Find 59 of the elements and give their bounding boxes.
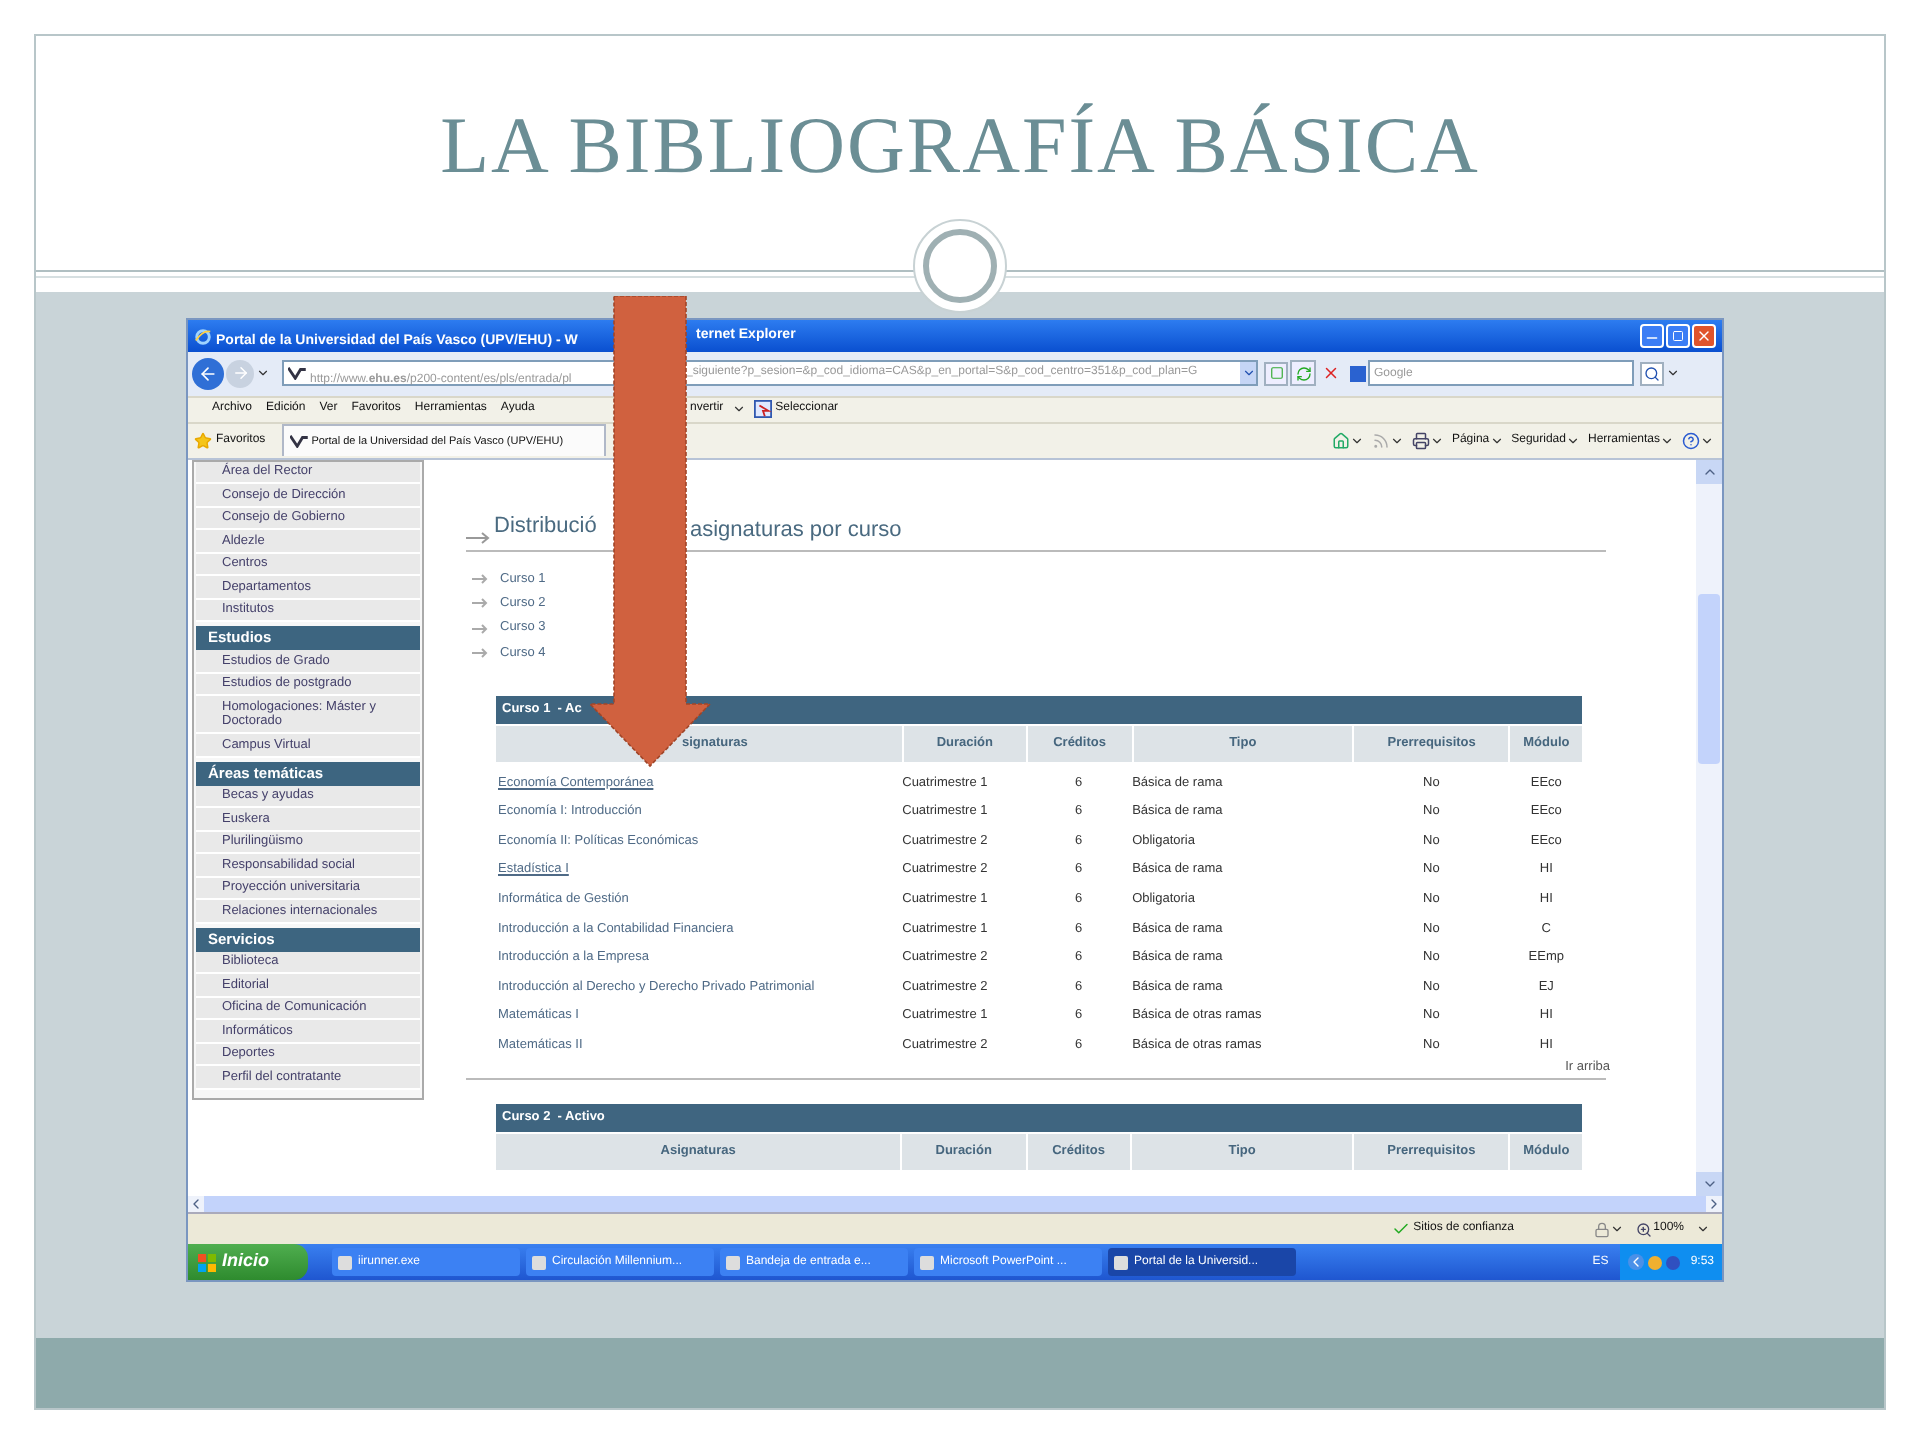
dropdown-icon[interactable] xyxy=(731,402,746,417)
refresh-button[interactable] xyxy=(1290,360,1316,387)
app-icon xyxy=(532,1255,546,1269)
address-dropdown-button[interactable] xyxy=(1240,362,1256,385)
search-icon xyxy=(1644,365,1660,382)
dropdown-icon[interactable] xyxy=(1489,433,1504,448)
vertical-scrollbar[interactable] xyxy=(1696,459,1722,1197)
horizontal-scrollbar[interactable] xyxy=(188,1196,1722,1215)
site-logo-icon xyxy=(288,366,306,381)
search-button[interactable] xyxy=(1640,361,1664,386)
dropdown-icon[interactable] xyxy=(1609,1222,1624,1237)
dropdown-icon[interactable] xyxy=(1429,433,1444,448)
dropdown-icon[interactable] xyxy=(1389,433,1404,448)
search-provider-icon xyxy=(1350,365,1366,382)
scroll-left-icon[interactable] xyxy=(188,1196,204,1213)
app-icon xyxy=(338,1255,352,1269)
forward-icon xyxy=(231,364,249,383)
slide-title: LA BIBLIOGRAFÍA BÁSICA xyxy=(440,98,1480,194)
star-icon xyxy=(194,431,212,450)
arrow-icon xyxy=(472,623,488,634)
section-heading: Distribució xyxy=(494,513,597,538)
compatibility-button[interactable] xyxy=(1264,361,1288,386)
maximize-icon xyxy=(1672,330,1684,342)
scrollbar-thumb[interactable] xyxy=(1698,593,1720,764)
check-icon xyxy=(1391,1220,1410,1239)
site-logo-icon xyxy=(289,434,308,449)
app-icon xyxy=(1114,1255,1128,1269)
dropdown-icon[interactable] xyxy=(1700,433,1714,448)
arrow-icon xyxy=(466,527,490,548)
dropdown-icon[interactable] xyxy=(1666,366,1680,381)
dropdown-icon[interactable] xyxy=(256,366,270,381)
minimize-button[interactable] xyxy=(1640,324,1664,348)
tray-expand-icon[interactable] xyxy=(1628,1254,1645,1270)
scroll-right-icon[interactable] xyxy=(1706,1196,1722,1213)
chevron-down-icon xyxy=(1241,366,1255,381)
browser-logo-icon xyxy=(194,327,212,345)
arrow-icon xyxy=(472,648,488,659)
help-icon[interactable] xyxy=(1682,431,1700,450)
arrow-icon xyxy=(472,573,488,584)
dropdown-icon[interactable] xyxy=(1349,433,1364,448)
select-icon xyxy=(753,400,772,419)
arrow-icon xyxy=(472,598,488,609)
back-icon xyxy=(198,363,218,384)
page-icon xyxy=(1269,366,1283,381)
maximize-button[interactable] xyxy=(1666,324,1690,348)
app-icon xyxy=(920,1255,934,1269)
print-icon[interactable] xyxy=(1411,431,1430,450)
section-heading: asignaturas por curso xyxy=(690,516,902,547)
dropdown-icon[interactable] xyxy=(1660,433,1674,448)
stop-icon xyxy=(1322,364,1340,383)
refresh-icon xyxy=(1295,365,1311,382)
zoom-icon[interactable] xyxy=(1635,1221,1652,1238)
close-button[interactable] xyxy=(1692,324,1716,348)
back-button[interactable] xyxy=(192,357,224,390)
windows-logo-icon xyxy=(198,1253,216,1271)
dropdown-icon[interactable] xyxy=(1696,1222,1710,1237)
close-icon xyxy=(1696,328,1712,344)
dropdown-icon[interactable] xyxy=(1565,433,1580,448)
app-icon xyxy=(726,1255,740,1269)
